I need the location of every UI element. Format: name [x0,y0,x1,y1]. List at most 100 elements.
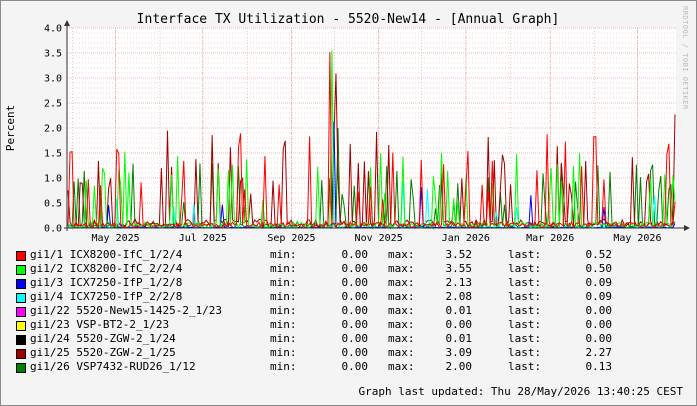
legend-max-label: max: [388,276,415,289]
legend-row: gi1/23 VSP-BT2-2_1/23 min: 0.00 max: 0.00 las… [16,318,676,332]
y-tick-label: 1.5 [44,149,62,160]
y-tick-label: 4.0 [44,24,62,35]
legend-last-label: last: [508,290,542,303]
legend-last-label: last: [508,332,542,345]
legend-swatch [16,363,26,373]
legend-series-name: gi1/3 ICX7250-IfP_1/2/8 [30,276,183,289]
chart-title: Interface TX Utilization - 5520-New14 - … [137,12,560,27]
legend-min-label: min: [270,304,297,317]
legend-max-label: max: [388,248,415,261]
legend-series-name: gi1/24 5520-ZGW-2_1/24 [30,332,176,345]
legend-max-value: 2.00 [445,360,473,373]
x-tick-label: Sep 2025 [267,233,315,244]
legend-series-name: gi1/26 VSP7432-RUD26_1/12 [30,360,196,373]
legend-max-value: 0.01 [445,332,473,345]
legend-min-value: 0.00 [341,276,369,289]
legend-min-value: 0.00 [341,318,369,331]
legend-last-label: last: [508,360,542,373]
y-tick-label: 0.0 [44,224,62,235]
legend-last-label: last: [508,248,542,261]
y-tick-label: 3.5 [44,49,62,60]
legend-min-label: min: [270,332,297,345]
legend-last-value: 0.00 [585,332,613,345]
y-tick-label: 2.5 [44,99,62,110]
legend-min-label: min: [270,276,297,289]
legend-last-label: last: [508,346,542,359]
legend-max-value: 0.00 [445,318,473,331]
legend-series-name: gi1/1 ICX8200-IfC_1/2/4 [30,248,183,261]
legend-row: gi1/3 ICX7250-IfP_1/2/8 min: 0.00 max: 2.13 l… [16,276,676,290]
legend-last-label: last: [508,262,542,275]
graph-last-updated: Graph last updated: Thu 28/May/2026 13:4… [358,385,683,398]
legend-min-label: min: [270,290,297,303]
legend-last-value: 0.50 [585,262,613,275]
legend-max-label: max: [388,360,415,373]
legend-swatch [16,335,26,345]
legend-min-value: 0.00 [341,304,369,317]
legend-swatch [16,251,26,261]
legend-max-label: max: [388,304,415,317]
legend-series-name: gi1/23 VSP-BT2-2_1/23 [30,318,170,331]
legend-max-label: max: [388,262,415,275]
legend-max-value: 0.01 [445,304,473,317]
legend-min-label: min: [270,262,297,275]
legend-min-value: 0.00 [341,346,369,359]
legend-min-value: 0.00 [341,332,369,345]
legend-swatch [16,321,26,331]
legend-min-value: 0.00 [341,360,369,373]
legend-max-label: max: [388,346,415,359]
legend-series-name: gi1/22 5520-New15-1425-2_1/23 [30,304,223,317]
legend-row: gi1/26 VSP7432-RUD26_1/12 min: 0.00 max: 2.0… [16,360,676,374]
y-tick-label: 3.0 [44,74,62,85]
legend-row: gi1/2 ICX8200-IfC_2/2/4 min: 0.00 max: 3.55 l… [16,262,676,276]
legend-last-label: last: [508,276,542,289]
legend-max-value: 2.13 [445,276,473,289]
legend-series-name: gi1/2 ICX8200-IfC_2/2/4 [30,262,183,275]
legend-min-value: 0.00 [341,248,369,261]
legend-row: gi1/4 ICX7250-IfP_2/2/8 min: 0.00 max: 2.08 l… [16,290,676,304]
x-tick-label: May 2025 [92,233,140,244]
legend-min-value: 0.00 [341,262,369,275]
legend-min-label: min: [270,360,297,373]
y-tick-label: 0.5 [44,199,62,210]
legend-row: gi1/25 5520-ZGW-2_1/25 min: 0.00 max: 3.09 la… [16,346,676,360]
legend-last-value: 0.00 [585,318,613,331]
y-axis-label: Percent [4,105,17,151]
x-tick-label: Jul 2025 [179,233,227,244]
legend-row: gi1/1 ICX8200-IfC_1/2/4 min: 0.00 max: 3.52 l… [16,248,676,262]
legend-max-label: max: [388,332,415,345]
legend-swatch [16,307,26,317]
legend-series-name: gi1/25 5520-ZGW-2_1/25 [30,346,176,359]
legend-swatch [16,293,26,303]
legend-row: gi1/24 5520-ZGW-2_1/24 min: 0.00 max: 0.01 la… [16,332,676,346]
legend-last-value: 0.09 [585,276,613,289]
rrdtool-watermark: RRDTOOL / TOBI OETIKER [681,6,689,110]
legend-max-value: 3.09 [445,346,473,359]
legend: gi1/1 ICX8200-IfC_1/2/4 min: 0.00 max: 3.52 l… [16,248,676,374]
legend-min-value: 0.00 [341,290,369,303]
legend-last-value: 0.52 [585,248,613,261]
legend-min-label: min: [270,248,297,261]
legend-max-value: 2.08 [445,290,473,303]
y-tick-label: 2.0 [44,124,62,135]
legend-row: gi1/22 5520-New15-1425-2_1/23 min: 0.00 max… [16,304,676,318]
legend-min-label: min: [270,318,297,331]
legend-last-value: 0.09 [585,290,613,303]
legend-last-value: 0.00 [585,304,613,317]
legend-last-value: 2.27 [585,346,613,359]
y-tick-label: 1.0 [44,174,62,185]
legend-max-label: max: [388,290,415,303]
legend-swatch [16,349,26,359]
legend-min-label: min: [270,346,297,359]
x-tick-label: Jan 2026 [442,233,490,244]
x-axis-arrow [684,225,690,231]
legend-max-value: 3.55 [445,262,473,275]
legend-series-name: gi1/4 ICX7250-IfP_2/2/8 [30,290,183,303]
legend-max-label: max: [388,318,415,331]
legend-swatch [16,265,26,275]
legend-last-label: last: [508,304,542,317]
x-tick-label: May 2026 [613,233,661,244]
legend-last-label: last: [508,318,542,331]
x-tick-label: Mar 2026 [526,233,574,244]
legend-last-value: 0.13 [585,360,613,373]
